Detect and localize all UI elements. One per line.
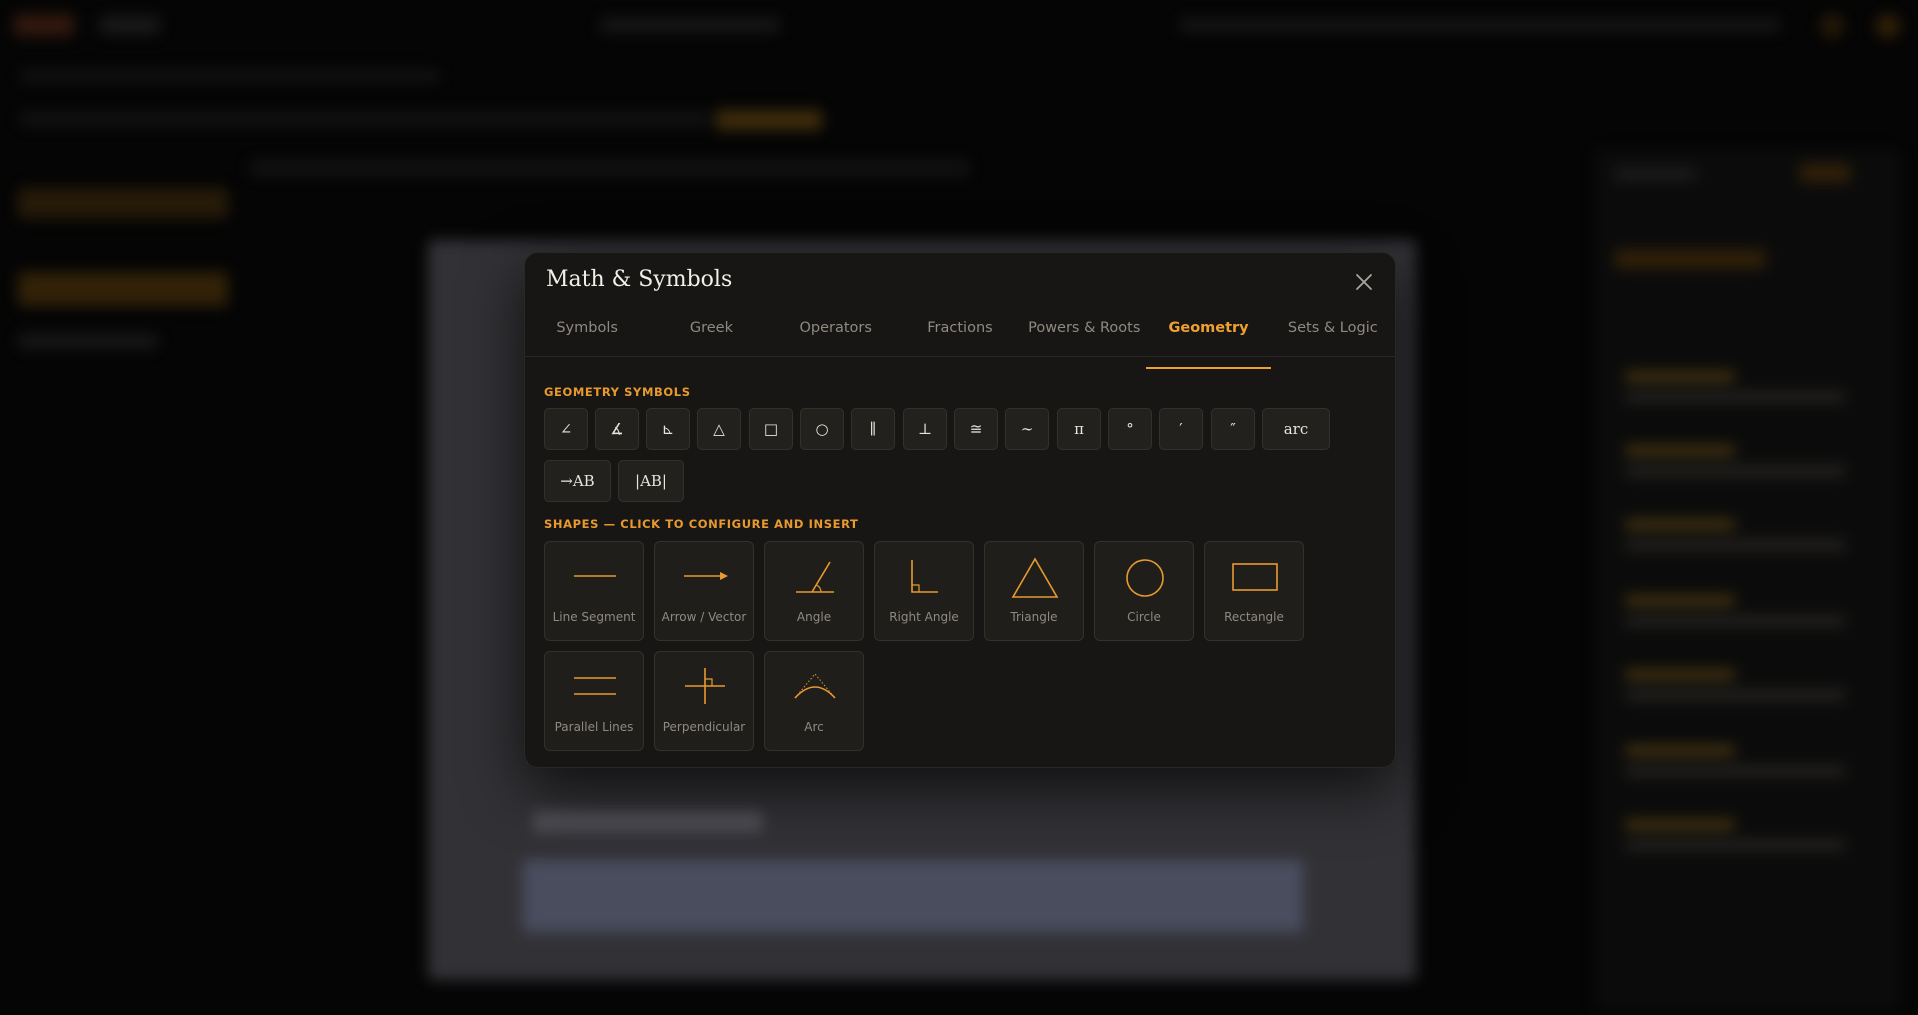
shape-rectangle-button[interactable]: Rectangle bbox=[1204, 541, 1304, 641]
shape-arrow-vector-button[interactable]: Arrow / Vector bbox=[654, 541, 754, 641]
symbol-perpendicular-button[interactable]: ⊥ bbox=[903, 408, 947, 450]
shape-label: Line Segment bbox=[552, 610, 636, 624]
tab-powers-roots[interactable]: Powers & Roots bbox=[1022, 313, 1146, 356]
math-symbols-modal: Math & Symbols Symbols Greek Operators F… bbox=[524, 252, 1396, 768]
perpendicular-icon bbox=[685, 668, 725, 704]
symbol-magnitude-ab-button[interactable]: |AB| bbox=[618, 460, 684, 502]
shape-triangle-button[interactable]: Triangle bbox=[984, 541, 1084, 641]
tab-sets-logic[interactable]: Sets & Logic bbox=[1271, 313, 1395, 356]
symbol-arc-button[interactable]: arc bbox=[1262, 408, 1330, 450]
shape-label: Parallel Lines bbox=[554, 720, 634, 734]
modal-title: Math & Symbols bbox=[546, 267, 733, 292]
shape-label: Triangle bbox=[1010, 610, 1058, 624]
shape-label: Perpendicular bbox=[662, 720, 746, 734]
tab-fractions[interactable]: Fractions bbox=[898, 313, 1022, 356]
shape-label: Arc bbox=[804, 720, 824, 734]
shape-label: Arrow / Vector bbox=[661, 610, 747, 624]
close-icon bbox=[1356, 274, 1372, 290]
close-button[interactable] bbox=[1351, 269, 1377, 295]
symbol-double-prime-button[interactable]: ″ bbox=[1211, 408, 1255, 450]
symbol-triangle-button[interactable]: △ bbox=[697, 408, 741, 450]
tab-greek[interactable]: Greek bbox=[649, 313, 773, 356]
symbol-square-button[interactable]: □ bbox=[749, 408, 793, 450]
geometry-symbols-heading: GEOMETRY SYMBOLS bbox=[544, 385, 691, 399]
shape-right-angle-button[interactable]: Right Angle bbox=[874, 541, 974, 641]
triangle-icon bbox=[1011, 557, 1059, 598]
symbol-angle-button[interactable]: ∠ bbox=[544, 408, 588, 450]
angle-icon bbox=[796, 561, 834, 593]
arc-icon bbox=[794, 673, 836, 699]
tab-geometry[interactable]: Geometry bbox=[1146, 313, 1271, 369]
arrow-vector-icon bbox=[684, 572, 728, 580]
circle-icon bbox=[1126, 559, 1164, 597]
shape-label: Angle bbox=[796, 610, 832, 624]
shape-circle-button[interactable]: Circle bbox=[1094, 541, 1194, 641]
symbol-congruent-button[interactable]: ≅ bbox=[954, 408, 998, 450]
symbol-prime-button[interactable]: ′ bbox=[1159, 408, 1203, 450]
shape-label: Rectangle bbox=[1224, 610, 1284, 624]
shape-angle-button[interactable]: Angle bbox=[764, 541, 864, 641]
symbol-degree-button[interactable]: ° bbox=[1108, 408, 1152, 450]
symbol-pi-button[interactable]: π bbox=[1057, 408, 1101, 450]
shape-perpendicular-button[interactable]: Perpendicular bbox=[654, 651, 754, 751]
shape-parallel-lines-button[interactable]: Parallel Lines bbox=[544, 651, 644, 751]
symbol-right-angle-button[interactable]: ⊾ bbox=[646, 408, 690, 450]
shape-line-segment-button[interactable]: Line Segment bbox=[544, 541, 644, 641]
parallel-lines-icon bbox=[574, 677, 616, 695]
tab-operators[interactable]: Operators bbox=[774, 313, 898, 356]
shape-label: Circle bbox=[1127, 610, 1161, 624]
line-segment-icon bbox=[574, 575, 616, 577]
symbol-similar-button[interactable]: ∼ bbox=[1005, 408, 1049, 450]
rectangle-icon bbox=[1232, 563, 1278, 591]
symbol-parallel-button[interactable]: ∥ bbox=[851, 408, 895, 450]
tab-symbols[interactable]: Symbols bbox=[525, 313, 649, 356]
symbol-measured-angle-button[interactable]: ∡ bbox=[595, 408, 639, 450]
category-tabs: Symbols Greek Operators Fractions Powers… bbox=[525, 313, 1395, 369]
symbol-vector-ab-button[interactable]: →AB bbox=[544, 460, 611, 502]
shapes-heading: SHAPES — CLICK TO CONFIGURE AND INSERT bbox=[544, 517, 859, 531]
symbol-circle-button[interactable]: ○ bbox=[800, 408, 844, 450]
shape-arc-button[interactable]: Arc bbox=[764, 651, 864, 751]
shape-label: Right Angle bbox=[889, 610, 959, 624]
right-angle-icon bbox=[911, 560, 938, 593]
